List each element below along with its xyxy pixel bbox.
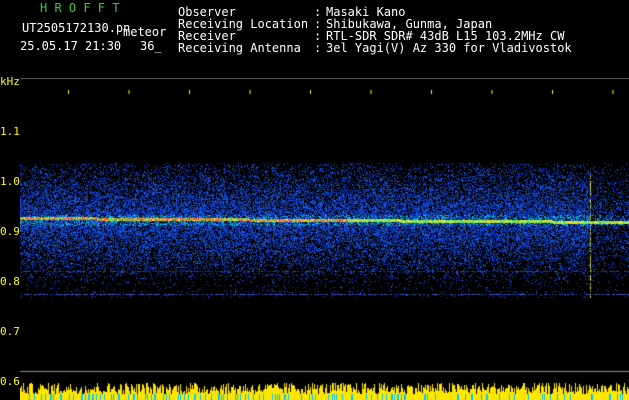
- y-unit-label: kHz: [0, 75, 20, 88]
- count-label: 36_: [140, 39, 162, 53]
- spectrogram-canvas: [20, 78, 629, 400]
- datetime-label: 25.05.17 21:30: [20, 39, 122, 53]
- app-title: H R O F F T: [40, 1, 120, 15]
- y-tick-label: 0.7: [0, 325, 20, 338]
- filename-label: UT2505172130.pn: [22, 21, 131, 35]
- y-tick-label: 0.9: [0, 225, 20, 238]
- y-tick-label: 1.0: [0, 175, 20, 188]
- info-value: 3el Yagi(V) Az 330 for Vladivostok: [326, 41, 572, 55]
- y-tick-label: 0.6: [0, 375, 20, 388]
- info-sep: :: [314, 41, 322, 55]
- info-label: Receiving Antenna: [178, 41, 301, 55]
- type-label: meteor: [123, 25, 167, 39]
- y-tick-label: 0.8: [0, 275, 20, 288]
- y-tick-label: 1.1: [0, 125, 20, 138]
